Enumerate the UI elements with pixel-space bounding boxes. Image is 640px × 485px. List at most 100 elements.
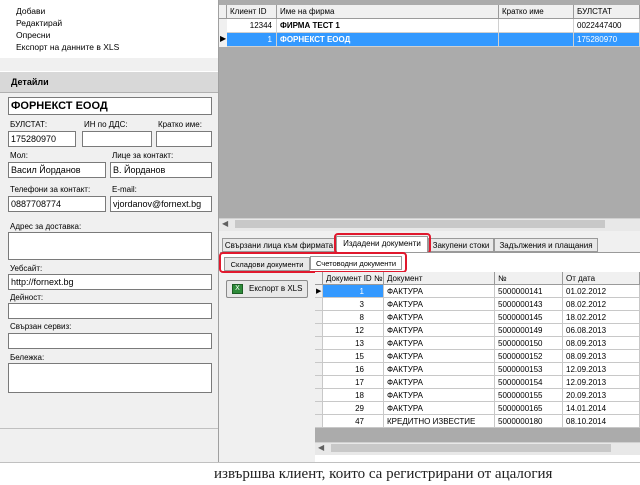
table-cell[interactable]: ФАКТУРА: [384, 363, 495, 376]
current-row-arrow-icon[interactable]: ▶: [315, 285, 323, 298]
tab-obligations-payments[interactable]: Задължения и плащания: [494, 238, 598, 252]
table-cell[interactable]: КРЕДИТНО ИЗВЕСТИЕ: [384, 415, 495, 428]
table-cell[interactable]: [499, 33, 574, 47]
menu-edit[interactable]: Редактирай: [16, 18, 62, 28]
table-cell[interactable]: 08.09.2013: [563, 350, 640, 363]
table-cell[interactable]: 5000000154: [495, 376, 563, 389]
contact-field[interactable]: В. Йорданов: [110, 162, 212, 178]
table-cell[interactable]: 08.02.2012: [563, 298, 640, 311]
table-cell[interactable]: ФИРМА ТЕСТ 1: [277, 19, 499, 33]
tab-related-persons[interactable]: Свързани лица към фирмата: [222, 238, 336, 252]
table-row-selected[interactable]: 1: [227, 33, 277, 47]
table-cell[interactable]: 5000000165: [495, 402, 563, 415]
website-field[interactable]: http://fornext.bg: [8, 274, 212, 290]
company-name-field[interactable]: ФОРНЕКСТ ЕООД: [8, 97, 212, 115]
table-row[interactable]: 16: [323, 363, 384, 376]
table-cell[interactable]: 20.09.2013: [563, 389, 640, 402]
table-cell[interactable]: [499, 19, 574, 33]
table-cell[interactable]: ФАКТУРА: [384, 337, 495, 350]
scroll-left-icon[interactable]: ◀: [318, 443, 324, 452]
table-cell[interactable]: 5000000145: [495, 311, 563, 324]
vat-field[interactable]: [82, 131, 152, 147]
tab-purchased-goods[interactable]: Закупени стоки: [428, 238, 494, 252]
table-cell[interactable]: 18.02.2012: [563, 311, 640, 324]
table-cell[interactable]: ФАКТУРА: [384, 350, 495, 363]
table-row[interactable]: 12: [323, 324, 384, 337]
table-cell[interactable]: 5000000150: [495, 337, 563, 350]
table-cell[interactable]: ФАКТУРА: [384, 324, 495, 337]
row-selector[interactable]: [315, 363, 323, 376]
table-row[interactable]: 1: [323, 285, 384, 298]
mol-field[interactable]: Васил Йорданов: [8, 162, 106, 178]
table-cell[interactable]: ФАКТУРА: [384, 389, 495, 402]
table-cell[interactable]: ФАКТУРА: [384, 376, 495, 389]
short-name-field[interactable]: [156, 131, 212, 147]
phone-field[interactable]: 0887708774: [8, 196, 106, 212]
menu-add[interactable]: Добави: [16, 6, 45, 16]
export-xls-label: Експорт в XLS: [249, 284, 303, 293]
table-row[interactable]: 12344: [227, 19, 277, 33]
table-cell[interactable]: 06.08.2013: [563, 324, 640, 337]
col-document-id[interactable]: Документ ID №: [323, 272, 384, 285]
menu-refresh[interactable]: Опресни: [16, 30, 50, 40]
activity-field[interactable]: [8, 303, 212, 319]
row-selector[interactable]: [315, 337, 323, 350]
table-cell[interactable]: 5000000143: [495, 298, 563, 311]
table-cell[interactable]: 12.09.2013: [563, 376, 640, 389]
table-cell[interactable]: ФОРНЕКСТ ЕООД: [277, 33, 499, 47]
row-selector[interactable]: [315, 298, 323, 311]
table-row[interactable]: 29: [323, 402, 384, 415]
table-row[interactable]: 3: [323, 298, 384, 311]
col-client-id[interactable]: Клиент ID: [227, 5, 277, 19]
table-cell[interactable]: 5000000152: [495, 350, 563, 363]
service-field[interactable]: [8, 333, 212, 349]
col-date[interactable]: От дата: [563, 272, 640, 285]
table-row[interactable]: 13: [323, 337, 384, 350]
table-row[interactable]: 47: [323, 415, 384, 428]
col-document[interactable]: Документ: [384, 272, 495, 285]
table-row[interactable]: 8: [323, 311, 384, 324]
table-cell[interactable]: 14.01.2014: [563, 402, 640, 415]
table-row[interactable]: 17: [323, 376, 384, 389]
row-selector[interactable]: [315, 389, 323, 402]
table-cell[interactable]: 01.02.2012: [563, 285, 640, 298]
table-cell[interactable]: 5000000155: [495, 389, 563, 402]
email-field[interactable]: vjordanov@fornext.bg: [110, 196, 212, 212]
email-label: E-mail:: [112, 185, 137, 194]
table-row[interactable]: 18: [323, 389, 384, 402]
table-cell[interactable]: 12.09.2013: [563, 363, 640, 376]
row-selector[interactable]: [315, 415, 323, 428]
export-xls-button[interactable]: X Експорт в XLS: [226, 280, 308, 298]
scrollbar-thumb[interactable]: [331, 444, 611, 452]
col-number[interactable]: №: [495, 272, 563, 285]
bulstat-field[interactable]: 175280970: [8, 131, 76, 147]
scrollbar-thumb[interactable]: [235, 220, 605, 228]
table-cell[interactable]: ФАКТУРА: [384, 402, 495, 415]
scroll-left-icon[interactable]: ◀: [222, 219, 228, 228]
table-cell[interactable]: 5000000149: [495, 324, 563, 337]
table-cell[interactable]: 5000000153: [495, 363, 563, 376]
row-selector[interactable]: [315, 311, 323, 324]
table-cell[interactable]: ФАКТУРА: [384, 298, 495, 311]
table-cell[interactable]: 175280970: [574, 33, 640, 47]
table-cell[interactable]: 5000000180: [495, 415, 563, 428]
col-company-name[interactable]: Име на фирма: [277, 5, 499, 19]
table-cell[interactable]: ФАКТУРА: [384, 311, 495, 324]
table-row[interactable]: 15: [323, 350, 384, 363]
table-cell[interactable]: 08.09.2013: [563, 337, 640, 350]
col-short-name[interactable]: Кратко име: [499, 5, 574, 19]
contact-label: Лице за контакт:: [112, 151, 174, 160]
table-cell[interactable]: 5000000141: [495, 285, 563, 298]
table-cell[interactable]: ФАКТУРА: [384, 285, 495, 298]
row-selector[interactable]: [315, 324, 323, 337]
col-bulstat[interactable]: БУЛСТАТ: [574, 5, 640, 19]
row-selector[interactable]: [315, 350, 323, 363]
row-selector[interactable]: [315, 402, 323, 415]
menu-export-xls[interactable]: Експорт на данните в XLS: [16, 42, 119, 52]
table-cell[interactable]: 08.10.2014: [563, 415, 640, 428]
clients-grid: Клиент ID Име на фирма Кратко име БУЛСТА…: [219, 0, 640, 231]
table-cell[interactable]: 0022447400: [574, 19, 640, 33]
note-field[interactable]: [8, 363, 212, 393]
row-selector[interactable]: [315, 376, 323, 389]
delivery-field[interactable]: [8, 232, 212, 260]
